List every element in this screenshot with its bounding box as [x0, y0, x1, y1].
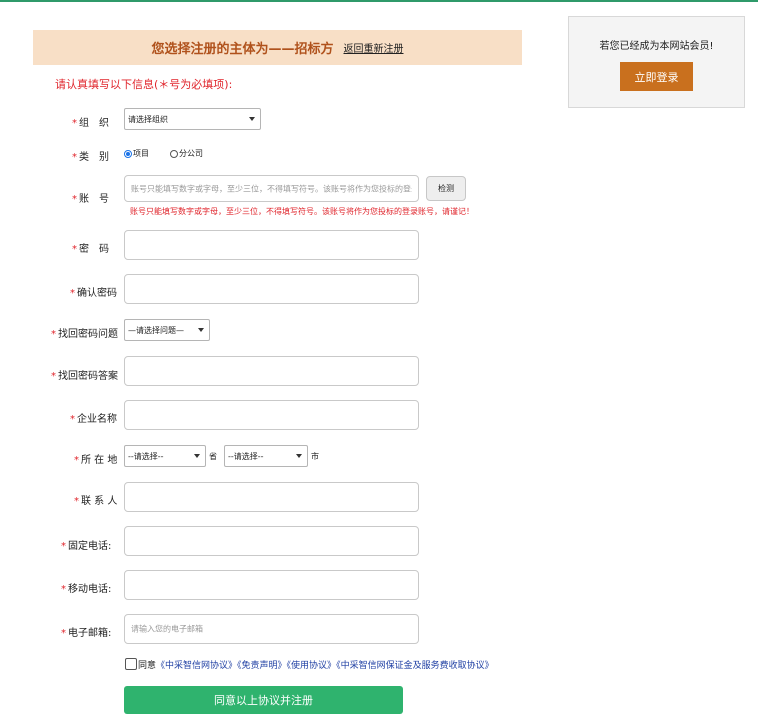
chevron-down-icon [296, 454, 302, 458]
email-placeholder: 请输入您的电子邮箱 [131, 624, 203, 634]
location-label: * 所 在 地 [74, 455, 118, 466]
security-question-select[interactable]: —请选择问题— [124, 319, 210, 341]
chevron-down-icon [249, 117, 255, 121]
agreement-link-disclaimer[interactable]: 《免责声明》 [237, 661, 287, 671]
password-input[interactable] [124, 230, 419, 260]
agreement-link-usage[interactable]: 《使用协议》 [287, 661, 337, 671]
account-label: * 账 号 [72, 194, 109, 205]
account-input[interactable]: 账号只能填写数字或字母，至少三位，不得填写符号。该账号将作为您投标的登录账号，请… [124, 175, 419, 202]
landline-input[interactable] [124, 526, 419, 556]
confirm-password-label: * 确认密码 [70, 288, 117, 299]
chevron-down-icon [194, 454, 200, 458]
member-prompt: 若您已经成为本网站会员! [599, 41, 714, 52]
top-divider [0, 0, 758, 2]
login-button[interactable]: 立即登录 [620, 62, 693, 91]
category-label: * 类 别 [72, 152, 109, 163]
category-option-branch: 分公司 [179, 149, 203, 158]
member-login-box: 若您已经成为本网站会员! 立即登录 [568, 16, 745, 108]
subject-banner: 您选择注册的主体为——招标方 返回重新注册 [33, 30, 522, 65]
agreement-checkbox[interactable] [125, 658, 137, 670]
email-input[interactable]: 请输入您的电子邮箱 [124, 614, 419, 644]
city-select[interactable]: --请选择-- [224, 445, 308, 467]
province-unit: 省 [209, 452, 217, 461]
security-answer-input[interactable] [124, 356, 419, 386]
security-answer-label: * 找回密码答案 [51, 371, 118, 382]
required-notice: 请认真填写以下信息(＊号为必填项): [55, 78, 233, 91]
confirm-password-input[interactable] [124, 274, 419, 304]
check-account-button[interactable]: 检测 [426, 176, 466, 201]
account-placeholder: 账号只能填写数字或字母，至少三位，不得填写符号。该账号将作为您投标的登录账号，请… [131, 184, 412, 193]
company-name-input[interactable] [124, 400, 419, 430]
category-radio-project[interactable] [124, 150, 132, 158]
mobile-label: * 移动电话: [61, 584, 112, 595]
back-register-link[interactable]: 返回重新注册 [344, 40, 404, 55]
security-question-label: * 找回密码问题 [51, 329, 118, 340]
agree-register-button[interactable]: 同意以上协议并注册 [124, 686, 403, 714]
organization-select[interactable]: 请选择组织 [124, 108, 261, 130]
agreement-text: 同意《中采智信网协议》《免责声明》《使用协议》《中采智信网保证金及服务费收取协议… [138, 658, 494, 671]
city-unit: 市 [311, 452, 319, 461]
mobile-input[interactable] [124, 570, 419, 600]
agreement-prefix: 同意 [138, 661, 157, 671]
company-name-label: * 企业名称 [70, 414, 117, 425]
banner-title: 您选择注册的主体为——招标方 [151, 42, 334, 57]
organization-label: * 组 织 [72, 118, 109, 129]
contact-label: * 联 系 人 [74, 496, 118, 507]
chevron-down-icon [198, 328, 204, 332]
landline-label: * 固定电话: [61, 541, 112, 552]
agreement-link-platform[interactable]: 《中采智信网协议》 [156, 661, 237, 671]
category-radio-branch[interactable] [170, 150, 178, 158]
password-label: * 密 码 [72, 244, 109, 255]
contact-input[interactable] [124, 482, 419, 512]
province-select[interactable]: --请选择-- [124, 445, 206, 467]
account-hint: 账号只能填写数字或字母，至少三位，不得填写符号。该账号将作为您投标的登录账号，请… [130, 207, 474, 216]
category-option-project: 项目 [133, 149, 149, 158]
agreement-link-deposit[interactable]: 《中采智信网保证金及服务费收取协议》 [336, 661, 494, 671]
email-label: * 电子邮箱: [61, 628, 112, 639]
